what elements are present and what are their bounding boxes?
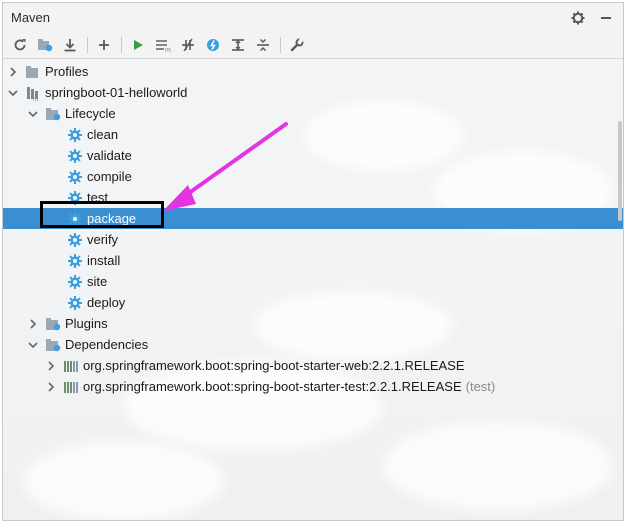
- download-icon[interactable]: [59, 34, 81, 56]
- lifecycle-goal-validate[interactable]: validate: [3, 145, 623, 166]
- goal-gear-icon: [67, 295, 83, 311]
- maven-project-tree: Profiles m springboot-01-helloworld Life…: [3, 61, 623, 397]
- chevron-down-icon[interactable]: [7, 87, 19, 99]
- lifecycle-folder-icon: [45, 106, 61, 122]
- lifecycle-goal-clean[interactable]: clean: [3, 124, 623, 145]
- lifecycle-goal-site[interactable]: site: [3, 271, 623, 292]
- tree-node-label: Profiles: [45, 64, 89, 79]
- tool-window-header: Maven: [3, 3, 623, 32]
- tree-node-dependencies[interactable]: Dependencies: [3, 334, 623, 355]
- tool-window-title: Maven: [11, 10, 51, 25]
- library-icon: [63, 379, 79, 395]
- plugins-folder-icon: [45, 316, 61, 332]
- toolbar-separator: [280, 37, 281, 53]
- scrollbar-thumb[interactable]: [618, 121, 622, 221]
- goal-label: validate: [87, 148, 132, 163]
- dependency-name: org.springframework.boot:spring-boot-sta…: [83, 358, 465, 373]
- add-icon[interactable]: [93, 34, 115, 56]
- maven-project-icon: m: [25, 85, 41, 101]
- tree-node-label: Lifecycle: [65, 106, 116, 121]
- goal-label: verify: [87, 232, 119, 247]
- goal-gear-icon: [67, 169, 83, 185]
- goal-label: install: [87, 253, 121, 268]
- show-dependencies-icon[interactable]: [227, 34, 249, 56]
- tree-node-label: Plugins: [65, 316, 108, 331]
- highlight-annotation-box: [40, 201, 164, 228]
- goal-gear-icon: [67, 127, 83, 143]
- collapse-all-icon[interactable]: [252, 34, 274, 56]
- vertical-scrollbar[interactable]: [617, 61, 623, 520]
- chevron-right-icon[interactable]: [45, 360, 57, 372]
- goal-label: compile: [87, 169, 132, 184]
- library-icon: [63, 358, 79, 374]
- lifecycle-goal-install[interactable]: install: [3, 250, 623, 271]
- goal-gear-icon: [67, 232, 83, 248]
- skip-tests-icon[interactable]: [202, 34, 224, 56]
- gear-icon[interactable]: [569, 9, 587, 27]
- execute-goal-icon[interactable]: m: [152, 34, 174, 56]
- profiles-folder-icon: [25, 64, 41, 80]
- maven-tool-window: Maven m Profiles m springboot-01-hellowo…: [2, 2, 624, 521]
- goal-label: clean: [87, 127, 119, 142]
- chevron-right-icon[interactable]: [7, 66, 19, 78]
- run-icon[interactable]: [127, 34, 149, 56]
- svg-text:m: m: [165, 47, 171, 52]
- tree-node-label: Dependencies: [65, 337, 149, 352]
- tree-node-plugins[interactable]: Plugins: [3, 313, 623, 334]
- lifecycle-goal-verify[interactable]: verify: [3, 229, 623, 250]
- tree-node-dependency[interactable]: org.springframework.boot:spring-boot-sta…: [3, 376, 623, 397]
- chevron-down-icon[interactable]: [27, 339, 39, 351]
- toolbar-separator: [121, 37, 122, 53]
- settings-wrench-icon[interactable]: [286, 34, 308, 56]
- dependency-scope: (test): [465, 379, 496, 394]
- lifecycle-goal-compile[interactable]: compile: [3, 166, 623, 187]
- chevron-down-icon[interactable]: [27, 108, 39, 120]
- tree-node-profiles[interactable]: Profiles: [3, 61, 623, 82]
- chevron-right-icon[interactable]: [27, 318, 39, 330]
- maven-toolbar: m: [3, 32, 623, 59]
- tree-node-dependency[interactable]: org.springframework.boot:spring-boot-sta…: [3, 355, 623, 376]
- reload-icon[interactable]: [9, 34, 31, 56]
- chevron-right-icon[interactable]: [45, 381, 57, 393]
- goal-label: deploy: [87, 295, 126, 310]
- toggle-offline-icon[interactable]: [177, 34, 199, 56]
- toolbar-separator: [87, 37, 88, 53]
- goal-label: site: [87, 274, 108, 289]
- hide-icon[interactable]: [597, 9, 615, 27]
- goal-gear-icon: [67, 253, 83, 269]
- generate-sources-icon[interactable]: [34, 34, 56, 56]
- goal-gear-icon: [67, 274, 83, 290]
- svg-text:m: m: [33, 97, 38, 101]
- lifecycle-goal-deploy[interactable]: deploy: [3, 292, 623, 313]
- dependency-name: org.springframework.boot:spring-boot-sta…: [83, 379, 462, 394]
- goal-gear-icon: [67, 148, 83, 164]
- tree-node-lifecycle[interactable]: Lifecycle: [3, 103, 623, 124]
- tree-node-project[interactable]: m springboot-01-helloworld: [3, 82, 623, 103]
- tree-node-label: springboot-01-helloworld: [45, 85, 188, 100]
- dependencies-folder-icon: [45, 337, 61, 353]
